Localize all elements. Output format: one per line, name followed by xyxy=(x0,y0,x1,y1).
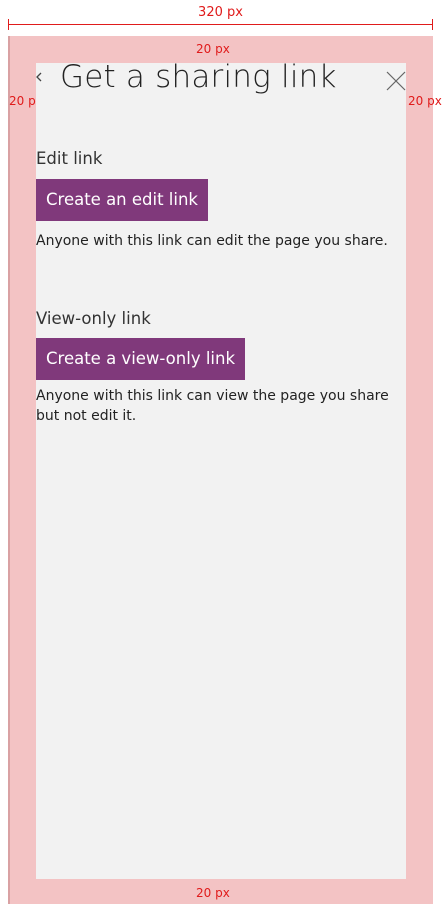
padding-top-label: 20 px xyxy=(196,42,230,56)
view-only-link-heading: View-only link xyxy=(36,309,151,328)
page-title: Get a sharing link xyxy=(60,59,337,95)
width-dimension-label: 320 px xyxy=(198,5,243,20)
screenshot-stage: 320 px 20 px 20 px 20 px 20 px Get a sha… xyxy=(0,0,443,906)
edit-link-heading: Edit link xyxy=(36,149,103,168)
width-dimension-cap-left xyxy=(8,19,9,30)
sharing-panel: Get a sharing link Edit link Create an e… xyxy=(36,59,408,879)
padding-bottom-label: 20 px xyxy=(196,886,230,900)
width-dimension-cap-right xyxy=(432,19,433,30)
edit-link-description: Anyone with this link can edit the page … xyxy=(36,233,388,249)
panel-header: Get a sharing link xyxy=(36,59,408,103)
chevron-left-icon[interactable] xyxy=(32,67,46,87)
width-dimension: 320 px xyxy=(8,0,433,32)
create-edit-link-button[interactable]: Create an edit link xyxy=(36,179,208,221)
close-icon[interactable] xyxy=(384,69,408,93)
create-view-only-link-button[interactable]: Create a view-only link xyxy=(36,338,246,380)
width-dimension-line xyxy=(8,24,433,25)
frame-edge-left xyxy=(8,36,10,904)
view-only-link-description: Anyone with this link can view the page … xyxy=(36,388,389,424)
padding-right-label: 20 px xyxy=(408,94,442,108)
